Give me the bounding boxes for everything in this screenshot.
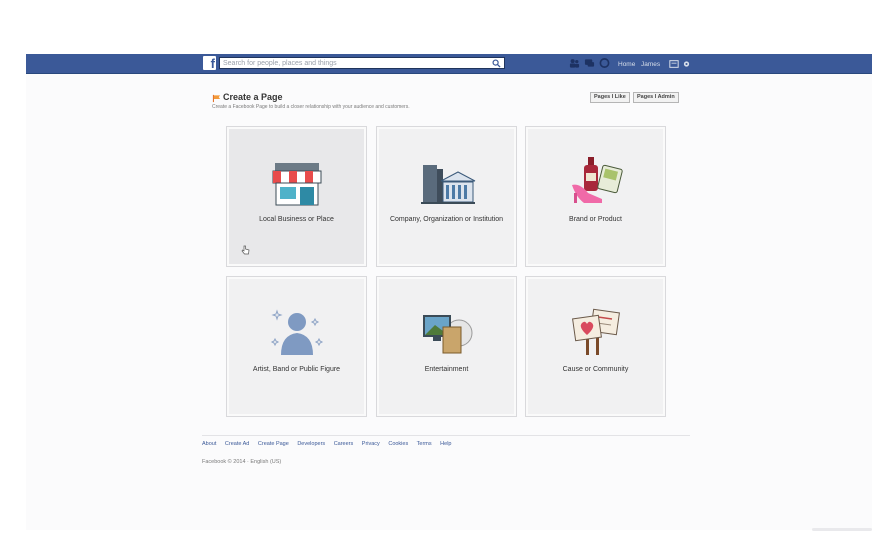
friend-requests-icon[interactable] (569, 57, 580, 69)
settings-gear-icon[interactable] (682, 58, 691, 70)
category-label: Cause or Community (562, 366, 629, 373)
messages-icon[interactable] (584, 57, 595, 69)
footer-link-create-page[interactable]: Create Page (258, 441, 289, 447)
footer-copyright: Facebook © 2014 · English (US) (202, 459, 282, 465)
category-label: Entertainment (424, 366, 469, 373)
storefront-icon (272, 163, 322, 206)
footer-divider (202, 435, 690, 436)
notifications-icon[interactable] (599, 57, 610, 69)
browser-viewport: f Search for people, places and things H… (26, 54, 872, 530)
page-subtitle: Create a Facebook Page to build a closer… (212, 104, 410, 110)
page-title: Create a Page (223, 92, 283, 102)
pages-i-admin-button[interactable]: Pages I Admin (633, 92, 679, 103)
category-tile-cause[interactable]: Cause or Community (525, 276, 666, 417)
category-label: Artist, Band or Public Figure (252, 366, 341, 373)
signs-icon (572, 308, 620, 355)
buildings-icon (421, 165, 476, 204)
footer-link-terms[interactable]: Terms (417, 441, 432, 447)
footer-link-cookies[interactable]: Cookies (388, 441, 408, 447)
footer-link-developers[interactable]: Developers (297, 441, 325, 447)
search-placeholder: Search for people, places and things (223, 60, 337, 67)
top-nav-bar: f Search for people, places and things H… (26, 54, 872, 74)
silhouette-icon (270, 309, 324, 355)
category-tile-brand[interactable]: Brand or Product (525, 126, 666, 267)
category-tile-company[interactable]: Company, Organization or Institution (376, 126, 517, 267)
footer-link-about[interactable]: About (202, 441, 216, 447)
search-icon[interactable] (492, 59, 501, 68)
footer-link-privacy[interactable]: Privacy (362, 441, 380, 447)
media-icon (423, 315, 473, 354)
footer-links: About Create Ad Create Page Developers C… (202, 441, 458, 447)
footer-link-create-ad[interactable]: Create Ad (225, 441, 249, 447)
category-tile-entertainment[interactable]: Entertainment (376, 276, 517, 417)
search-input[interactable]: Search for people, places and things (219, 57, 505, 69)
hand-cursor-icon (241, 245, 250, 255)
facebook-logo[interactable]: f (203, 56, 216, 70)
pages-i-like-button[interactable]: Pages I Like (590, 92, 630, 103)
category-tile-local-business[interactable]: Local Business or Place (226, 126, 367, 267)
category-label: Local Business or Place (259, 216, 334, 223)
pages-flag-icon (212, 94, 221, 103)
nav-profile-link[interactable]: James (641, 61, 660, 68)
products-icon (572, 157, 623, 203)
footer-link-help[interactable]: Help (440, 441, 451, 447)
category-tile-artist[interactable]: Artist, Band or Public Figure (226, 276, 367, 417)
nav-home-link[interactable]: Home (618, 61, 635, 68)
footer-link-careers[interactable]: Careers (334, 441, 354, 447)
category-label: Brand or Product (569, 216, 622, 223)
category-label: Company, Organization or Institution (389, 216, 504, 223)
privacy-shortcuts-icon[interactable] (669, 58, 679, 70)
scrollbar-hint (812, 528, 872, 531)
